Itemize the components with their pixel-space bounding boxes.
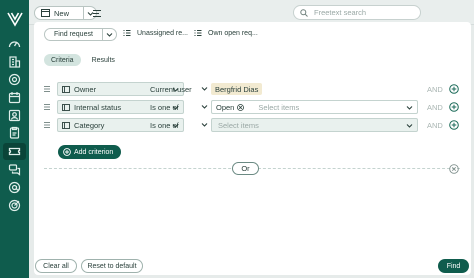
select-items-placeholder: Select items <box>258 102 300 112</box>
calendar-icon[interactable] <box>8 91 21 104</box>
value-chip-label: Open <box>216 102 235 112</box>
criterion-operator-label: Is one of <box>150 120 179 130</box>
chevron-down-icon <box>201 85 208 92</box>
add-criterion-button[interactable]: Add criterion <box>58 145 122 159</box>
add-circle-icon[interactable] <box>449 102 459 112</box>
app-logo-icon[interactable] <box>7 11 23 27</box>
field-type-icon <box>62 85 70 93</box>
person-icon[interactable] <box>8 109 21 122</box>
new-window-icon <box>41 9 50 17</box>
find-request-button[interactable]: Find request <box>44 28 103 41</box>
ticket-icon[interactable] <box>8 145 21 158</box>
saved-filter-unassigned[interactable]: Unassigned re... <box>123 29 188 37</box>
view-tabs: Criteria Results <box>44 54 122 66</box>
field-type-icon <box>62 103 70 111</box>
criterion-field-label: Owner <box>74 84 97 94</box>
chevron-down-icon <box>406 122 413 129</box>
clipboard-icon[interactable] <box>8 126 21 139</box>
criterion-row-internal-status: Internal status Is one of Open Select it… <box>44 100 464 114</box>
chat-icon[interactable] <box>8 163 21 176</box>
chevron-down-icon <box>106 31 113 38</box>
chevron-down-icon <box>201 103 208 110</box>
list-icon <box>194 29 202 37</box>
drag-handle-icon[interactable] <box>44 121 50 129</box>
email-icon[interactable] <box>8 181 21 194</box>
criterion-operator-label: Is one of <box>150 102 179 112</box>
criterion-field-label: Category <box>74 120 105 130</box>
new-button[interactable]: New <box>34 6 84 20</box>
add-circle-icon[interactable] <box>449 84 459 94</box>
criterion-operator-select[interactable]: Is one of <box>148 118 208 132</box>
criterion-field-label: Internal status <box>74 102 122 112</box>
freetext-search[interactable]: Freetext search <box>293 5 421 20</box>
criterion-value[interactable]: Bergfrid Dias <box>211 82 418 96</box>
saved-filter-selector: Find request <box>44 28 117 41</box>
clear-all-button[interactable]: Clear all <box>35 259 77 273</box>
criterion-value-multiselect[interactable]: Open Select items <box>211 100 418 114</box>
reset-to-default-button[interactable]: Reset to default <box>81 259 143 273</box>
or-button[interactable]: Or <box>232 162 259 175</box>
value-chip[interactable]: Bergfrid Dias <box>211 83 263 95</box>
tab-criteria[interactable]: Criteria <box>44 54 81 66</box>
chevron-down-icon <box>406 104 413 111</box>
drag-handle-icon[interactable] <box>44 103 50 111</box>
new-button-label: New <box>54 8 70 18</box>
connector-label: AND <box>427 120 443 130</box>
list-icon <box>123 29 131 37</box>
add-criterion-label: Add criterion <box>74 148 114 156</box>
connector-label: AND <box>427 102 443 112</box>
criterion-value-multiselect[interactable]: Select items <box>211 118 418 132</box>
find-request-label: Find request <box>54 31 93 38</box>
chevron-down-icon <box>201 121 208 128</box>
own-open-label: Own open req... <box>208 29 258 37</box>
select-items-placeholder: Select items <box>218 120 259 130</box>
find-button[interactable]: Find <box>438 259 469 273</box>
search-placeholder: Freetext search <box>314 8 367 17</box>
remove-group-icon[interactable] <box>449 164 459 174</box>
saved-filter-own-open[interactable]: Own open req... <box>194 29 258 37</box>
drag-handle-icon[interactable] <box>44 85 50 93</box>
criterion-row-category: Category Is one of Select items AND <box>44 118 464 132</box>
connector-label: AND <box>427 84 443 94</box>
unassigned-label: Unassigned re... <box>137 29 188 37</box>
field-type-icon <box>62 121 70 129</box>
find-request-dropdown[interactable] <box>102 28 117 41</box>
criterion-operator-select[interactable]: Current user <box>148 82 208 96</box>
at-sign-icon[interactable] <box>8 73 21 86</box>
remove-chip-icon[interactable] <box>237 103 245 111</box>
sidebar <box>0 0 29 278</box>
value-chip[interactable]: Open <box>212 101 248 113</box>
target-icon[interactable] <box>8 199 21 212</box>
criterion-row-owner: Owner Current user Bergfrid Dias AND <box>44 82 464 96</box>
add-circle-icon[interactable] <box>449 120 459 130</box>
list-options-icon[interactable] <box>91 6 103 20</box>
building-icon[interactable] <box>8 55 21 68</box>
add-circle-icon <box>63 148 71 156</box>
criterion-operator-select[interactable]: Is one of <box>148 100 208 114</box>
dashboard-icon[interactable] <box>8 37 21 50</box>
criterion-operator-label: Current user <box>150 84 192 94</box>
tab-results[interactable]: Results <box>85 54 122 66</box>
search-icon <box>300 8 308 17</box>
